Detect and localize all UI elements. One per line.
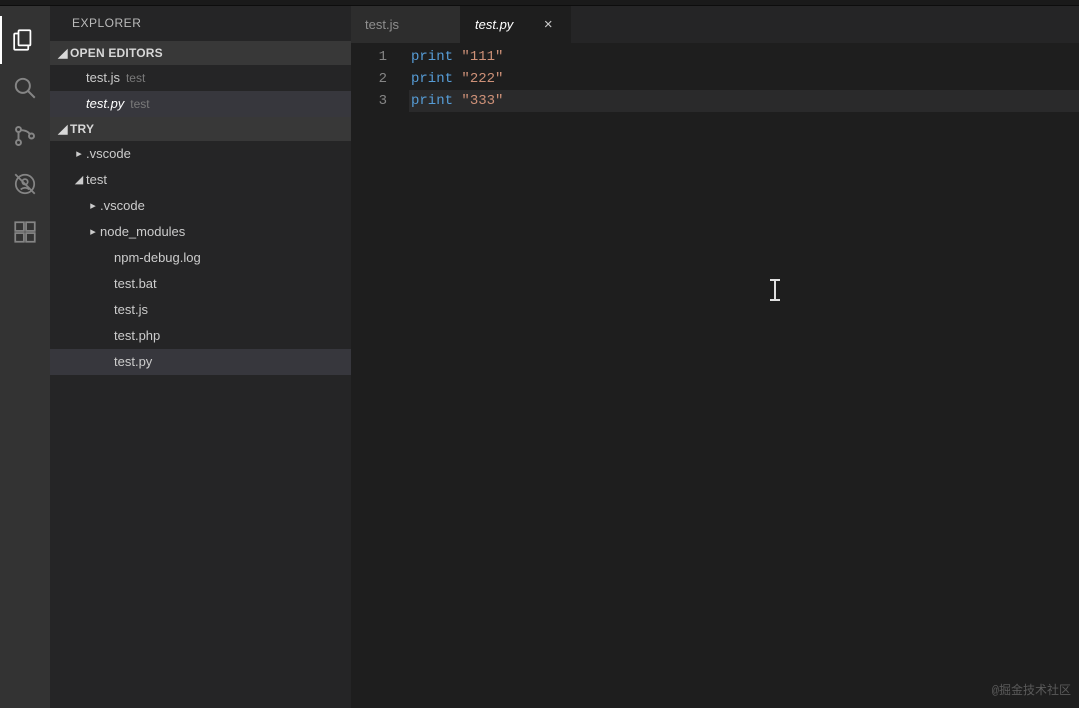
token-string: "333": [461, 93, 503, 109]
line-number: 1: [351, 46, 387, 68]
line-number: 3: [351, 90, 387, 112]
line-number: 2: [351, 68, 387, 90]
tree-item-label: test.js: [114, 297, 148, 323]
file-item[interactable]: test.py: [50, 349, 351, 375]
file-tree: ▸.vscode◢test▸.vscode▸node_modulesnpm-de…: [50, 141, 351, 375]
activity-bar: [0, 6, 50, 708]
token-keyword: print: [411, 71, 453, 87]
activity-debug[interactable]: [0, 160, 50, 208]
open-editor-item[interactable]: test.js test: [50, 65, 351, 91]
file-item[interactable]: test.php: [50, 323, 351, 349]
search-icon: [12, 75, 38, 101]
chevron-right-icon: ▸: [72, 141, 86, 167]
file-item[interactable]: test.js: [50, 297, 351, 323]
line-number-gutter: 123: [351, 46, 409, 708]
open-editors-list: test.jstesttest.pytest: [50, 65, 351, 117]
chevron-down-icon: ◢: [56, 117, 70, 141]
text-cursor-icon: [774, 280, 776, 300]
folder-item[interactable]: ◢test: [50, 167, 351, 193]
tab-label: test.py: [475, 17, 532, 32]
tab-bar-filler: [571, 6, 1079, 43]
activity-search[interactable]: [0, 64, 50, 112]
open-editor-name: test.py: [86, 91, 124, 117]
chevron-down-icon: ◢: [72, 167, 86, 193]
code-line[interactable]: print "222": [409, 68, 1079, 90]
tab-label: test.js: [365, 17, 422, 32]
file-item[interactable]: npm-debug.log: [50, 245, 351, 271]
tree-item-label: node_modules: [100, 219, 185, 245]
tab-bar: test.js× test.py ×: [351, 6, 1079, 43]
sidebar-title: EXPLORER: [50, 6, 351, 41]
token-string: "222": [461, 71, 503, 87]
open-editor-item[interactable]: test.py test: [50, 91, 351, 117]
tree-item-label: test: [86, 167, 107, 193]
files-icon: [12, 27, 38, 53]
folder-label: TRY: [70, 117, 94, 141]
debug-icon: [12, 171, 38, 197]
tree-item-label: npm-debug.log: [114, 245, 201, 271]
chevron-right-icon: ▸: [86, 219, 100, 245]
tree-item-label: .vscode: [86, 141, 131, 167]
token-string: "111": [461, 49, 503, 65]
code-line[interactable]: print "333": [409, 90, 1079, 112]
file-item[interactable]: test.bat: [50, 271, 351, 297]
tree-item-label: test.py: [114, 349, 152, 375]
code-lines[interactable]: print "111"print "222"print "333": [409, 46, 1079, 708]
main-layout: EXPLORER ◢ OPEN EDITORS test.jstesttest.…: [0, 6, 1079, 708]
editor-tab[interactable]: test.py ×: [461, 6, 571, 43]
folder-header[interactable]: ◢ TRY: [50, 117, 351, 141]
tree-item-label: test.php: [114, 323, 160, 349]
activity-extensions[interactable]: [0, 208, 50, 256]
token-keyword: print: [411, 93, 453, 109]
activity-scm[interactable]: [0, 112, 50, 160]
open-editor-path: test: [126, 65, 145, 91]
folder-item[interactable]: ▸node_modules: [50, 219, 351, 245]
extensions-icon: [12, 219, 38, 245]
open-editor-path: test: [130, 91, 149, 117]
close-icon[interactable]: ×: [540, 16, 556, 33]
editor-tab[interactable]: test.js×: [351, 6, 461, 43]
open-editor-name: test.js: [86, 65, 120, 91]
activity-explorer[interactable]: [0, 16, 50, 64]
chevron-right-icon: ▸: [86, 193, 100, 219]
folder-item[interactable]: ▸.vscode: [50, 193, 351, 219]
editor-pane: test.js×test.py× 123 print "111"print "2…: [351, 6, 1079, 708]
open-editors-label: OPEN EDITORS: [70, 41, 163, 65]
watermark: @掘金技术社区: [992, 680, 1071, 702]
folder-item[interactable]: ▸.vscode: [50, 141, 351, 167]
tree-item-label: .vscode: [100, 193, 145, 219]
git-icon: [12, 123, 38, 149]
code-line[interactable]: print "111": [409, 46, 1079, 68]
chevron-down-icon: ◢: [56, 41, 70, 65]
open-editors-header[interactable]: ◢ OPEN EDITORS: [50, 41, 351, 65]
sidebar: EXPLORER ◢ OPEN EDITORS test.jstesttest.…: [50, 6, 351, 708]
editor[interactable]: 123 print "111"print "222"print "333" @掘…: [351, 43, 1079, 708]
token-keyword: print: [411, 49, 453, 65]
tree-item-label: test.bat: [114, 271, 157, 297]
